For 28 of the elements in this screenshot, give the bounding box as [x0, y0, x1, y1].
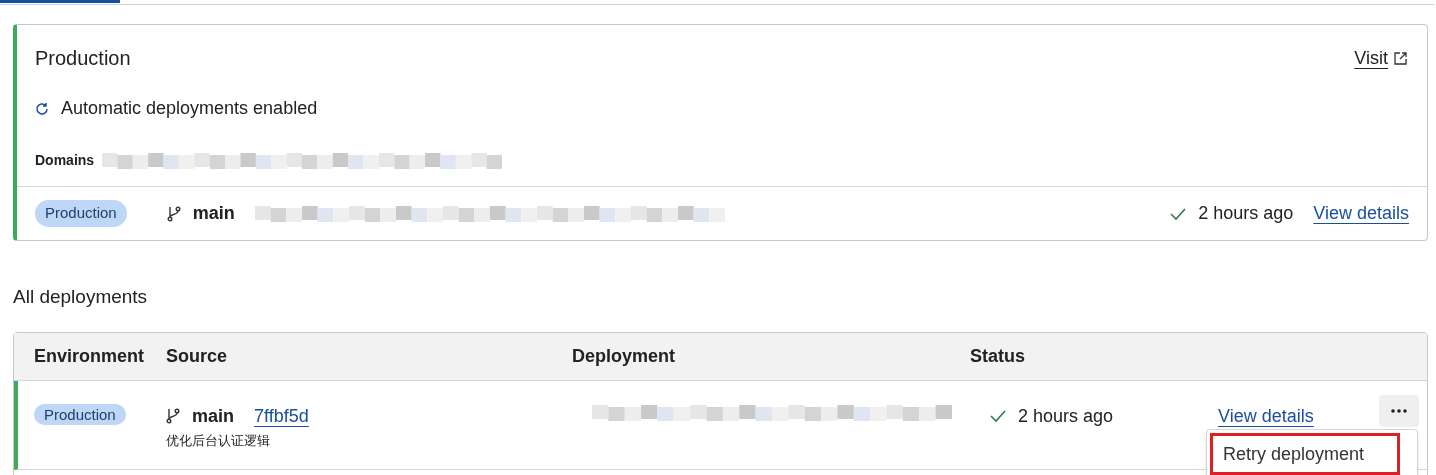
deploy-time: 2 hours ago [1198, 202, 1294, 225]
environment-badge: Production [35, 200, 127, 227]
commit-message: 优化后台认证逻辑 [166, 431, 270, 450]
deploy-time: 2 hours ago [1018, 404, 1114, 428]
card-title: Production [35, 46, 131, 71]
view-details-link[interactable]: View details [1313, 200, 1409, 227]
branch-icon [166, 205, 181, 222]
external-link-icon [1394, 51, 1407, 65]
refresh-icon [35, 101, 49, 116]
view-details-link[interactable]: View details [1218, 402, 1314, 430]
more-icon [1391, 408, 1407, 413]
branch-name: main [192, 404, 234, 428]
branch-name: main [192, 202, 235, 225]
column-header: Source [166, 344, 229, 368]
check-icon [990, 409, 1006, 423]
domains-label: Domains [35, 151, 95, 170]
visit-link[interactable]: Visit [1354, 44, 1407, 72]
auto-deploy-status: Automatic deployments enabled [61, 97, 318, 120]
check-icon [1170, 206, 1187, 221]
more-button[interactable] [1379, 394, 1419, 427]
menu-item[interactable]: Retry deployment [1210, 433, 1400, 475]
column-header: Status [970, 344, 1026, 368]
commit-link[interactable]: 7ffbf5d [254, 402, 309, 430]
column-header: Environment [34, 344, 145, 368]
branch-icon [166, 408, 180, 424]
column-header: Deployment [572, 344, 677, 368]
environment-badge: Production [34, 403, 126, 425]
section-title: All deployments [13, 285, 148, 309]
